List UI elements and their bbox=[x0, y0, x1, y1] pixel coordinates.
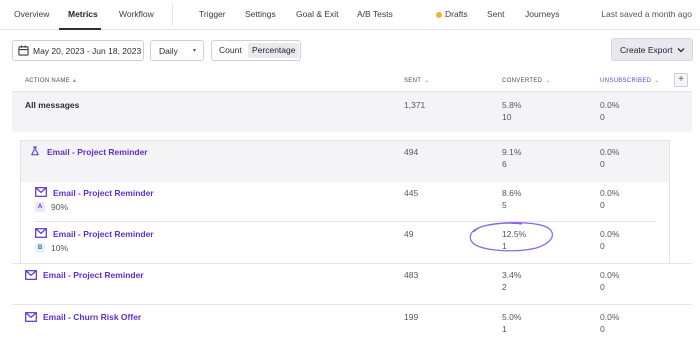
date-range-value: May 20, 2023 - Jun 18, 2023 bbox=[33, 46, 142, 56]
sent-value: 494 bbox=[404, 147, 419, 157]
variant-badge: A bbox=[35, 202, 45, 212]
converted-percent: 5.8% bbox=[502, 100, 522, 110]
table-row[interactable]: Email - Project Reminder A 90% 445 8.6% … bbox=[21, 182, 669, 222]
sent-value: 483 bbox=[404, 270, 419, 280]
unsubscribed-count: 0 bbox=[600, 241, 605, 251]
tab-workflow[interactable]: Workflow bbox=[119, 9, 154, 19]
tab-trigger[interactable]: Trigger bbox=[199, 9, 226, 19]
tab-overview[interactable]: Overview bbox=[14, 9, 49, 19]
table-row[interactable]: Email - Project Reminder 483 3.4% 2 0.0%… bbox=[12, 264, 692, 304]
tab-settings[interactable]: Settings bbox=[245, 9, 276, 19]
calendar-icon bbox=[18, 45, 29, 56]
row-name[interactable]: Email - Project Reminder bbox=[43, 270, 144, 280]
converted-percent: 3.4% bbox=[502, 270, 522, 280]
tab-drafts[interactable]: Drafts bbox=[445, 9, 468, 19]
unsubscribed-percent: 0.0% bbox=[600, 270, 620, 280]
variant-percent: 90% bbox=[51, 202, 69, 212]
row-name[interactable]: Email - Project Reminder bbox=[47, 147, 148, 157]
drafts-status-dot bbox=[436, 12, 442, 18]
row-name[interactable]: Email - Project Reminder bbox=[53, 188, 154, 198]
last-saved-text: Last saved a month ago bbox=[601, 9, 692, 19]
unsubscribed-percent: 0.0% bbox=[600, 229, 620, 239]
unsubscribed-count: 0 bbox=[600, 112, 605, 122]
caret-down-icon: ▾ bbox=[192, 48, 196, 54]
converted-count: 6 bbox=[502, 159, 507, 169]
envelope-icon bbox=[25, 270, 37, 280]
count-percentage-toggle: Count Percentage bbox=[211, 40, 301, 61]
highlight-circle-annotation bbox=[469, 222, 553, 252]
converted-count: 1 bbox=[502, 324, 507, 334]
variant-percent: 10% bbox=[51, 243, 69, 253]
interval-select[interactable]: Daily ▾ bbox=[150, 40, 204, 61]
converted-count: 2 bbox=[502, 282, 507, 292]
tab-sent[interactable]: Sent bbox=[487, 9, 505, 19]
unsubscribed-percent: 0.0% bbox=[600, 147, 620, 157]
active-tab-indicator bbox=[59, 28, 101, 30]
tab-journeys[interactable]: Journeys bbox=[525, 9, 560, 19]
unsubscribed-percent: 0.0% bbox=[600, 188, 620, 198]
header-converted[interactable]: CONVERTED ⌄ bbox=[502, 77, 551, 84]
flask-icon bbox=[31, 146, 39, 156]
unsubscribed-count: 0 bbox=[600, 282, 605, 292]
unsubscribed-count: 0 bbox=[600, 159, 605, 169]
interval-value: Daily bbox=[159, 46, 178, 56]
table-row[interactable]: Email - Project Reminder B 10% 49 12.5% … bbox=[21, 222, 669, 263]
sent-value: 1,371 bbox=[404, 100, 426, 110]
header-action-name[interactable]: ACTION NAME ▴ bbox=[25, 77, 76, 84]
variant-badge: B bbox=[35, 243, 45, 253]
unsubscribed-percent: 0.0% bbox=[600, 100, 620, 110]
row-name: All messages bbox=[25, 100, 80, 110]
converted-percent: 5.0% bbox=[502, 312, 522, 322]
chevron-down-icon bbox=[677, 48, 685, 53]
envelope-icon bbox=[35, 187, 47, 197]
converted-percent: 8.6% bbox=[502, 188, 522, 198]
row-name[interactable]: Email - Project Reminder bbox=[53, 229, 154, 239]
toggle-count[interactable]: Count bbox=[215, 43, 246, 58]
converted-percent: 9.1% bbox=[502, 147, 522, 157]
tab-metrics[interactable]: Metrics bbox=[68, 9, 98, 19]
envelope-icon bbox=[25, 312, 37, 322]
sent-value: 199 bbox=[404, 312, 419, 322]
create-export-button[interactable]: Create Export bbox=[611, 38, 693, 61]
converted-count: 10 bbox=[502, 112, 512, 122]
unsubscribed-count: 0 bbox=[600, 200, 605, 210]
table-row[interactable]: Email - Project Reminder 494 9.1% 6 0.0%… bbox=[21, 141, 669, 182]
unsubscribed-count: 0 bbox=[600, 324, 605, 334]
top-nav: Overview Metrics Workflow Trigger Settin… bbox=[0, 0, 700, 30]
toggle-percentage[interactable]: Percentage bbox=[248, 43, 300, 58]
nav-divider bbox=[172, 4, 173, 26]
header-sent[interactable]: SENT ⌄ bbox=[404, 77, 430, 84]
tab-goal-exit[interactable]: Goal & Exit bbox=[296, 9, 339, 19]
envelope-icon bbox=[35, 228, 47, 238]
header-unsubscribed[interactable]: UNSUBSCRIBED ⌄ bbox=[600, 77, 660, 84]
tab-ab-tests[interactable]: A/B Tests bbox=[357, 9, 393, 19]
create-export-label: Create Export bbox=[620, 45, 673, 55]
table-row[interactable]: Email - Churn Risk Offer 199 5.0% 1 0.0%… bbox=[12, 305, 692, 344]
row-name[interactable]: Email - Churn Risk Offer bbox=[43, 312, 141, 322]
sent-value: 445 bbox=[404, 188, 419, 198]
date-range-picker[interactable]: May 20, 2023 - Jun 18, 2023 bbox=[12, 40, 144, 61]
unsubscribed-percent: 0.0% bbox=[600, 312, 620, 322]
converted-count: 5 bbox=[502, 200, 507, 210]
table-header: ACTION NAME ▴ SENT ⌄ CONVERTED ⌄ UNSUBSCRIB… bbox=[12, 70, 692, 92]
add-column-button[interactable]: + bbox=[674, 73, 688, 87]
sent-value: 49 bbox=[404, 229, 414, 239]
table-row[interactable]: All messages 1,371 5.8% 10 0.0% 0 bbox=[12, 92, 692, 132]
